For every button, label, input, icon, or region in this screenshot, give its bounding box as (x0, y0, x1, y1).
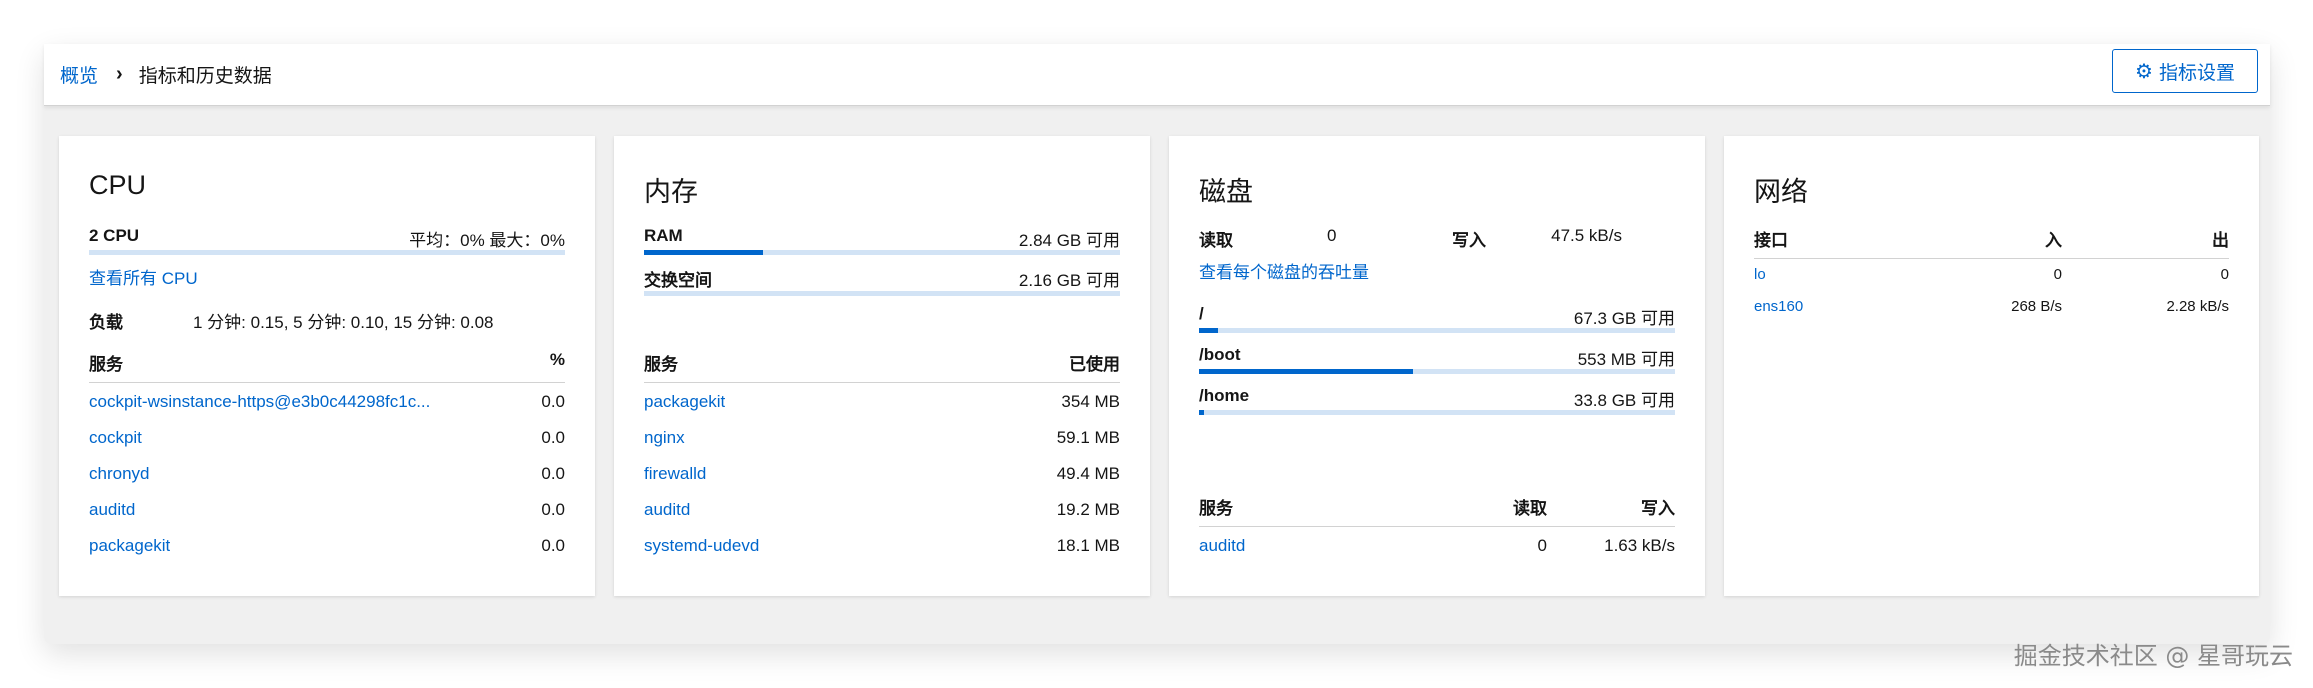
metrics-settings-button[interactable]: ⚙ 指标设置 (2112, 49, 2258, 93)
ram-usage-bar (644, 250, 1120, 255)
memory-service-value: 19.2 MB (1056, 500, 1120, 519)
disk-read-label: 读取 (1199, 231, 1233, 250)
memory-service-link[interactable]: auditd (644, 500, 690, 520)
network-table-divider (1754, 258, 2229, 259)
network-col-iface: 接口 (1754, 231, 1788, 250)
disk-write-label: 写入 (1452, 231, 1486, 250)
mount-free: 33.8 GB 可用 (1573, 391, 1675, 410)
disk-col-write: 写入 (1641, 499, 1675, 518)
chevron-right-icon: › (116, 63, 123, 85)
disk-card-title: 磁盘 (1199, 177, 1253, 207)
mount-usage-bar (1199, 369, 1675, 374)
memory-service-value: 49.4 MB (1056, 464, 1120, 483)
mount-name: /boot (1199, 345, 1241, 364)
breadcrumb-overview-link[interactable]: 概览 (60, 61, 98, 88)
swap-value: 2.16 GB 可用 (1018, 271, 1120, 290)
mount-usage-fill (1199, 410, 1204, 415)
memory-service-value: 354 MB (1061, 392, 1120, 411)
cpu-service-link[interactable]: auditd (89, 500, 135, 520)
cpu-service-value: 0.0 (541, 464, 565, 483)
interface-out: 2.28 kB/s (2166, 298, 2229, 315)
mount-name: / (1199, 304, 1204, 323)
memory-col-used: 已使用 (1069, 355, 1120, 374)
mount-free: 553 MB 可用 (1577, 350, 1675, 369)
memory-table-divider (644, 382, 1120, 383)
cpu-service-value: 0.0 (541, 500, 565, 519)
disk-write-value: 47.5 kB/s (1551, 226, 1622, 245)
interface-in: 268 B/s (2011, 298, 2062, 315)
ram-usage-fill (644, 250, 763, 255)
memory-service-value: 18.1 MB (1056, 536, 1120, 555)
network-col-in: 入 (2045, 231, 2062, 250)
network-col-out: 出 (2212, 231, 2229, 250)
watermark: 掘金技术社区 @ 星哥玩云 (2013, 642, 2293, 670)
mount-free: 67.3 GB 可用 (1573, 309, 1675, 328)
cpu-service-link[interactable]: cockpit-wsinstance-https@e3b0c44298fc1c.… (89, 392, 469, 412)
interface-link[interactable]: lo (1754, 266, 1766, 283)
header-bar: 概览 › 指标和历史数据 ⚙ 指标设置 (44, 44, 2270, 106)
disk-read-value: 0 (1327, 226, 1337, 245)
memory-card-title: 内存 (644, 177, 698, 207)
mount-usage-fill (1199, 328, 1219, 333)
mount-usage-bar (1199, 328, 1675, 333)
memory-service-link[interactable]: nginx (644, 428, 685, 448)
disk-service-read: 0 (1537, 536, 1547, 555)
cpu-col-pct: % (549, 350, 565, 369)
cpu-service-value: 0.0 (541, 392, 565, 411)
interface-out: 0 (2220, 266, 2229, 283)
disk-col-read: 读取 (1513, 499, 1547, 518)
cpu-load-value: 1 分钟: 0.15, 5 分钟: 0.10, 15 分钟: 0.08 (193, 313, 494, 332)
cpu-count-label: 2 CPU (89, 226, 140, 245)
cpu-service-link[interactable]: packagekit (89, 536, 170, 556)
interface-link[interactable]: ens160 (1754, 298, 1803, 315)
cpu-service-value: 0.0 (541, 536, 565, 555)
ram-label: RAM (644, 226, 683, 245)
cpu-card: CPU 2 CPU 平均：0% 最大：0% 查看所有 CPU 负载 1 分钟: … (59, 136, 595, 596)
disk-service-write: 1.63 kB/s (1604, 536, 1675, 555)
view-all-cpu-link[interactable]: 查看所有 CPU (89, 264, 198, 289)
swap-label: 交换空间 (644, 271, 712, 290)
disk-table-divider (1199, 526, 1675, 527)
disk-col-service: 服务 (1199, 499, 1233, 518)
gear-icon: ⚙ (2135, 60, 2153, 83)
mount-name: /home (1199, 386, 1250, 405)
cpu-service-value: 0.0 (541, 428, 565, 447)
view-disk-throughput-link[interactable]: 查看每个磁盘的吞吐量 (1199, 258, 1369, 283)
cpu-service-link[interactable]: chronyd (89, 464, 149, 484)
memory-card: 内存 RAM 2.84 GB 可用 交换空间 2.16 GB 可用 服务 已使用… (614, 136, 1150, 596)
memory-service-value: 59.1 MB (1056, 428, 1120, 447)
mount-usage-fill (1199, 369, 1414, 374)
cpu-table-divider (89, 382, 565, 383)
ram-value: 2.84 GB 可用 (1018, 231, 1120, 250)
interface-in: 0 (2053, 266, 2062, 283)
memory-service-link[interactable]: systemd-udevd (644, 536, 759, 556)
mount-usage-bar (1199, 410, 1675, 415)
cpu-load-label: 负载 (89, 313, 123, 332)
network-card-title: 网络 (1754, 177, 1808, 207)
memory-service-link[interactable]: packagekit (644, 392, 725, 412)
cpu-card-title: CPU (89, 170, 147, 200)
metrics-settings-label: 指标设置 (2158, 62, 2235, 84)
breadcrumb-current: 指标和历史数据 (138, 66, 272, 87)
cpu-usage-bar (89, 250, 565, 255)
cpu-avg-max: 平均：0% 最大：0% (409, 231, 565, 250)
disk-service-link[interactable]: auditd (1199, 536, 1245, 556)
network-card: 网络 接口 入 出 lo 0 0 ens160 268 B/s 2.28 kB/… (1724, 136, 2259, 596)
swap-usage-bar (644, 291, 1120, 296)
memory-service-link[interactable]: firewalld (644, 464, 706, 484)
cpu-service-link[interactable]: cockpit (89, 428, 142, 448)
memory-col-service: 服务 (644, 355, 678, 374)
cpu-col-service: 服务 (89, 355, 123, 374)
disk-card: 磁盘 读取 0 写入 47.5 kB/s 查看每个磁盘的吞吐量 / 67.3 G… (1169, 136, 1705, 596)
